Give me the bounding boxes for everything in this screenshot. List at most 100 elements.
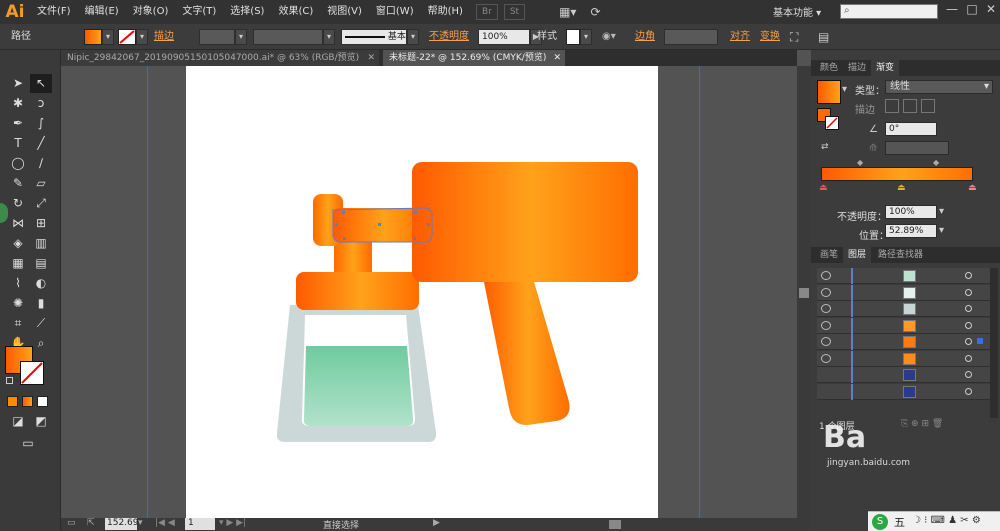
target-circle-icon[interactable] <box>965 338 972 345</box>
stop-opacity-dropdown[interactable]: ▾ <box>939 206 944 217</box>
ime-mode[interactable]: 五 <box>894 514 905 530</box>
artboard-tool-icon[interactable]: ⌗ <box>7 314 29 333</box>
layer-row[interactable] <box>817 334 995 350</box>
menu-effect[interactable]: 效果(C) <box>271 0 320 24</box>
eyedropper-icon[interactable]: ⌇ <box>7 274 29 293</box>
scale-tool-icon[interactable]: ⤢ <box>30 194 52 213</box>
visibility-eye-icon[interactable] <box>821 320 831 330</box>
transform-link[interactable]: 变换 <box>760 29 780 45</box>
perspective-grid-icon[interactable]: ▥ <box>30 234 52 253</box>
tab-brushes[interactable]: 画笔 <box>815 247 843 263</box>
maximize-button[interactable]: □ <box>962 2 982 20</box>
menu-help[interactable]: 帮助(H) <box>421 0 470 24</box>
target-circle-icon[interactable] <box>965 371 972 378</box>
corner-label[interactable]: 边角 <box>635 29 655 45</box>
type-tool-icon[interactable]: T <box>7 134 29 153</box>
zoom-tool-icon[interactable]: ⌕ <box>30 334 52 353</box>
curvature-tool-icon[interactable]: ∫ <box>30 114 52 133</box>
fill-swatch[interactable] <box>84 29 102 45</box>
stroke-weight-dropdown[interactable]: ▾ <box>235 29 247 45</box>
tab-color[interactable]: 颜色 <box>815 60 843 76</box>
target-circle-icon[interactable] <box>965 305 972 312</box>
opacity-label[interactable]: 不透明度 <box>429 29 469 45</box>
brush-field[interactable]: 基本 <box>341 29 407 45</box>
target-circle-icon[interactable] <box>965 387 972 395</box>
close-icon[interactable]: ✕ <box>367 50 375 66</box>
color-mode-icon[interactable] <box>7 396 18 407</box>
ime-icon[interactable]: S <box>872 514 888 530</box>
tab-gradient[interactable]: 渐变 <box>871 60 900 76</box>
shape-builder-icon[interactable]: ◈ <box>7 234 29 253</box>
gradient-stop-2[interactable]: ⏏ <box>897 183 906 193</box>
export-icon[interactable]: ⇱ <box>87 518 95 528</box>
tray-icons[interactable]: ☽ ⁝ ⌨ ♟ ✂ ⚙ <box>912 515 981 526</box>
artboard-number-field[interactable]: 1 <box>185 518 215 530</box>
stroke-label[interactable]: 描边 <box>154 29 174 45</box>
menu-object[interactable]: 对象(O) <box>126 0 176 24</box>
minimize-button[interactable]: — <box>942 2 962 20</box>
corner-field[interactable] <box>664 29 718 45</box>
paintbrush-icon[interactable]: ∕ <box>30 154 52 173</box>
hscroll-thumb[interactable] <box>609 520 621 529</box>
eraser-icon[interactable]: ▱ <box>30 174 52 193</box>
screen-mode-icon[interactable]: ▭ <box>17 434 39 453</box>
pencil-icon[interactable]: ✎ <box>7 174 29 193</box>
stroke-gradient-option-2[interactable] <box>903 99 917 113</box>
gradient-type-select[interactable]: 线性 ▾ <box>885 80 993 94</box>
visibility-eye-icon[interactable] <box>821 304 831 313</box>
zoom-dropdown[interactable]: ▾ <box>138 518 143 528</box>
visibility-eye-icon[interactable] <box>821 271 831 280</box>
artboard-nav-icon[interactable]: ▭ <box>67 518 76 528</box>
menu-select[interactable]: 选择(S) <box>223 0 271 24</box>
zoom-field[interactable]: 152.69 <box>105 518 139 530</box>
sync-icon[interactable]: ⟳ <box>590 5 600 19</box>
layer-row[interactable] <box>817 367 995 383</box>
line-tool-icon[interactable]: ╱ <box>30 134 52 153</box>
reverse-gradient-icon[interactable]: ⇄ <box>821 142 833 152</box>
fill-dropdown[interactable]: ▾ <box>102 29 114 45</box>
rotate-tool-icon[interactable]: ↻ <box>7 194 29 213</box>
recolor-icon[interactable]: ◉▾ <box>602 29 626 45</box>
menu-view[interactable]: 视图(V) <box>320 0 369 24</box>
menu-window[interactable]: 窗口(W) <box>369 0 421 24</box>
gradient-mode-icon[interactable] <box>22 396 33 407</box>
stroke-color-swatch[interactable] <box>20 361 44 385</box>
bridge-button[interactable]: Br <box>475 4 498 20</box>
vertical-scrollbar[interactable] <box>797 66 811 518</box>
ellipse-tool-icon[interactable]: ◯ <box>7 154 29 173</box>
layer-row[interactable] <box>817 268 995 284</box>
stroke-mini-swatch[interactable] <box>825 116 839 130</box>
magic-wand-icon[interactable]: ✱ <box>7 94 29 113</box>
lasso-icon[interactable]: ↄ <box>30 94 52 113</box>
layer-row[interactable] <box>817 301 995 317</box>
stroke-weight-field[interactable] <box>199 29 235 45</box>
gradient-slider[interactable] <box>821 167 973 181</box>
angle-field[interactable]: 0° <box>885 122 937 136</box>
layers-scrollbar[interactable] <box>990 268 998 418</box>
stock-button[interactable]: St <box>503 4 526 20</box>
target-circle-icon[interactable] <box>965 272 972 279</box>
tab-layers[interactable]: 图层 <box>843 247 872 263</box>
close-button[interactable]: ✕ <box>981 2 1000 20</box>
stop-position-dropdown[interactable]: ▾ <box>939 225 944 236</box>
stroke-gradient-option-1[interactable] <box>885 99 899 113</box>
search-input[interactable]: ⌕ <box>840 4 938 19</box>
mesh-tool-icon[interactable]: ▦ <box>7 254 29 273</box>
draw-inside-icon[interactable]: ◩ <box>30 412 52 431</box>
status-arrow-icon[interactable]: ▶ <box>433 518 440 528</box>
menu-edit[interactable]: 编辑(E) <box>78 0 126 24</box>
visibility-eye-icon[interactable] <box>821 353 831 363</box>
direct-selection-tool-icon[interactable]: ↖ <box>30 74 52 93</box>
style-dropdown[interactable]: ▾ <box>580 29 592 45</box>
isolate-icon[interactable]: ⛶ <box>790 29 806 45</box>
layer-row[interactable] <box>817 383 995 400</box>
tab-stroke[interactable]: 描边 <box>843 60 871 76</box>
slice-tool-icon[interactable]: ⟋ <box>30 314 52 333</box>
variable-width-dropdown[interactable]: ▾ <box>323 29 335 45</box>
variable-width-field[interactable] <box>253 29 323 45</box>
stop-position-field[interactable]: 52.89% <box>885 224 937 238</box>
close-icon[interactable]: ✕ <box>553 50 561 66</box>
first-artboard-icon[interactable]: |◀ ◀ <box>155 518 175 528</box>
midpoint-diamond-2[interactable]: ◆ <box>933 158 939 167</box>
width-tool-icon[interactable]: ⋈ <box>7 214 29 233</box>
